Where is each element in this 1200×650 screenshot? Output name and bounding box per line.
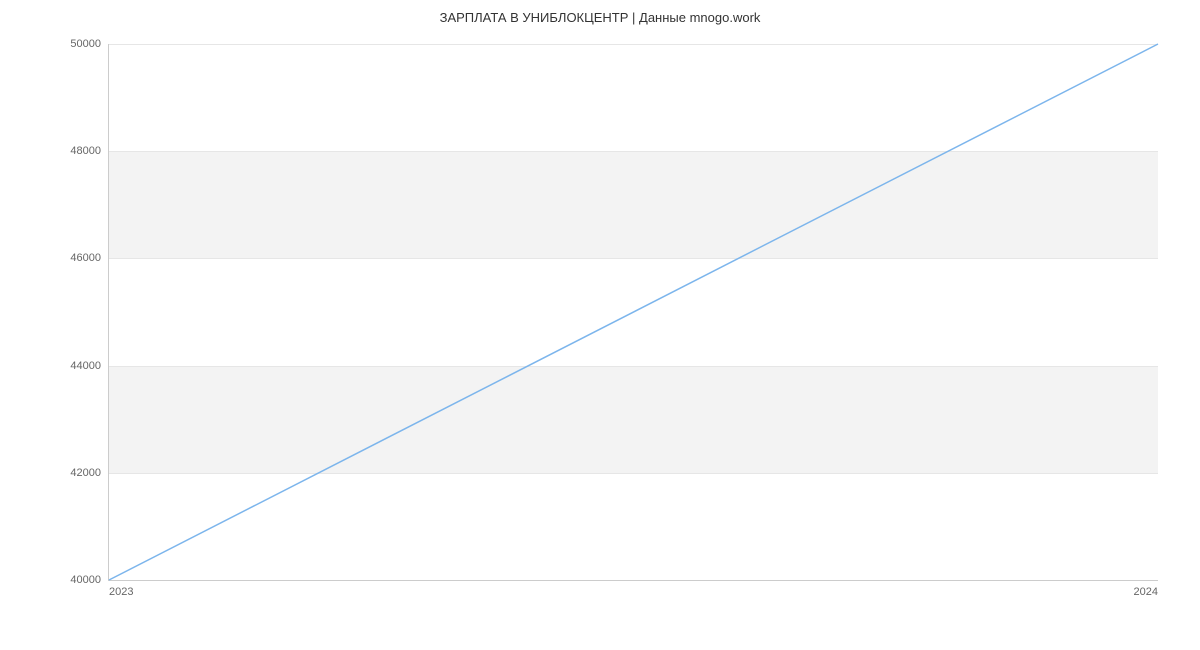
y-tick-label: 46000 [70,252,101,264]
plot-area: 50000 48000 46000 44000 42000 40000 2023… [108,44,1158,581]
y-tick-label: 42000 [70,467,101,479]
y-tick-label: 40000 [70,574,101,586]
y-tick-label: 50000 [70,38,101,50]
y-tick-label: 48000 [70,145,101,157]
chart-title: ЗАРПЛАТА В УНИБЛОКЦЕНТР | Данные mnogo.w… [0,0,1200,25]
x-tick-label: 2023 [109,586,133,598]
x-tick-label: 2024 [1134,586,1158,598]
data-line [109,44,1158,580]
y-tick-label: 44000 [70,360,101,372]
chart-plot-area: 50000 48000 46000 44000 42000 40000 2023… [108,44,1158,581]
